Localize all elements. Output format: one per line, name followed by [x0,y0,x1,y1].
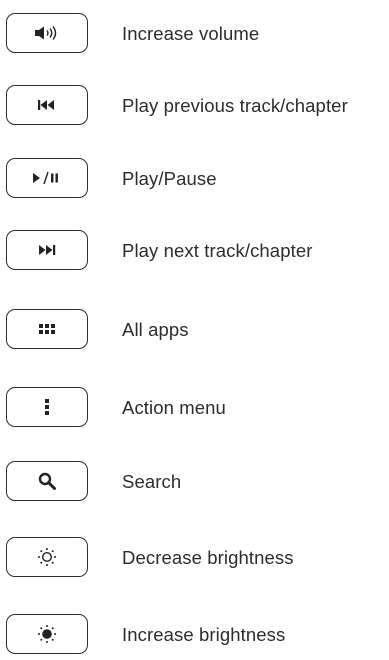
key-row-action-menu: Action menu [0,387,389,429]
key-row-next-track: Play next track/chapter [0,230,389,272]
brightness-up-icon [37,624,57,644]
all-apps-icon [38,323,56,335]
key-label: Play next track/chapter [122,240,313,261]
key-row-decrease-brightness: Decrease brightness [0,537,389,579]
key-label: Increase brightness [122,624,286,645]
key-row-increase-volume: Increase volume [0,13,389,55]
key-row-play-pause: Play/Pause [0,158,389,200]
previous-track-icon [37,99,57,111]
key-label: Play/Pause [122,168,217,189]
key-label: All apps [122,319,189,340]
search-key [6,461,88,501]
action-menu-icon [44,398,50,416]
increase-brightness-key [6,614,88,654]
play-pause-icon [31,171,63,185]
search-icon [38,472,56,490]
key-label: Action menu [122,397,226,418]
key-row-increase-brightness: Increase brightness [0,614,389,656]
key-label: Decrease brightness [122,547,294,568]
key-label: Search [122,471,182,492]
next-track-icon [37,244,57,256]
key-row-all-apps: All apps [0,309,389,351]
key-row-previous-track: Play previous track/chapter [0,85,389,127]
volume-up-icon [34,25,60,41]
key-label: Play previous track/chapter [122,95,348,116]
key-row-search: Search [0,461,389,503]
action-menu-key [6,387,88,427]
next-track-key [6,230,88,270]
decrease-brightness-key [6,537,88,577]
increase-volume-key [6,13,88,53]
all-apps-key [6,309,88,349]
brightness-down-icon [37,547,57,567]
key-label: Increase volume [122,23,260,44]
play-pause-key [6,158,88,198]
previous-track-key [6,85,88,125]
